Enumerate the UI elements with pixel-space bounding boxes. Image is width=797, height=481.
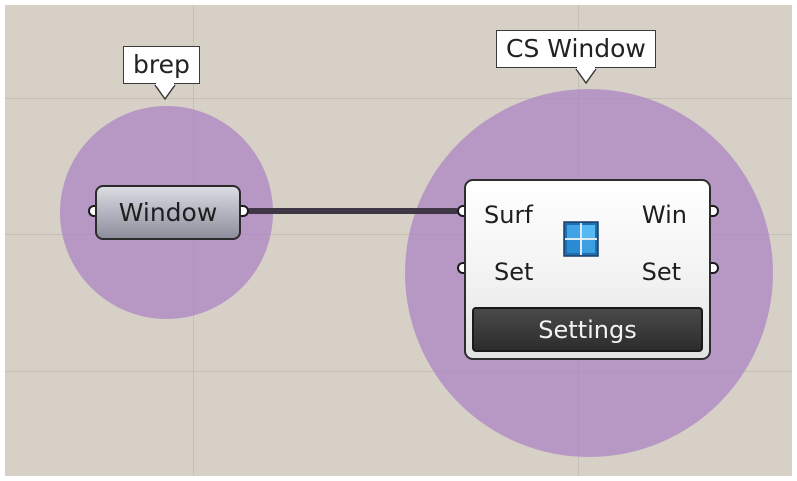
group-tag-cs-window[interactable]: CS Window [496,30,656,68]
input-label-surf: Surf [484,201,533,229]
cs-window-component[interactable]: Surf Set Win Set Settings [464,179,711,360]
tag-pointer [575,67,597,85]
tag-pointer [154,83,176,101]
window-icon [563,221,599,257]
settings-button[interactable]: Settings [472,307,703,352]
grasshopper-canvas[interactable]: brep CS Window Window Surf Set Win Set S [5,5,792,476]
output-label-set: Set [641,258,681,286]
param-node-window[interactable]: Window [95,185,241,240]
connection-wire[interactable] [248,208,458,214]
param-node-label: Window [118,198,218,227]
input-label-set: Set [494,258,534,286]
settings-button-label: Settings [538,315,637,344]
group-tag-brep[interactable]: brep [123,46,200,84]
output-label-win: Win [641,201,687,229]
grid-line [5,98,792,99]
